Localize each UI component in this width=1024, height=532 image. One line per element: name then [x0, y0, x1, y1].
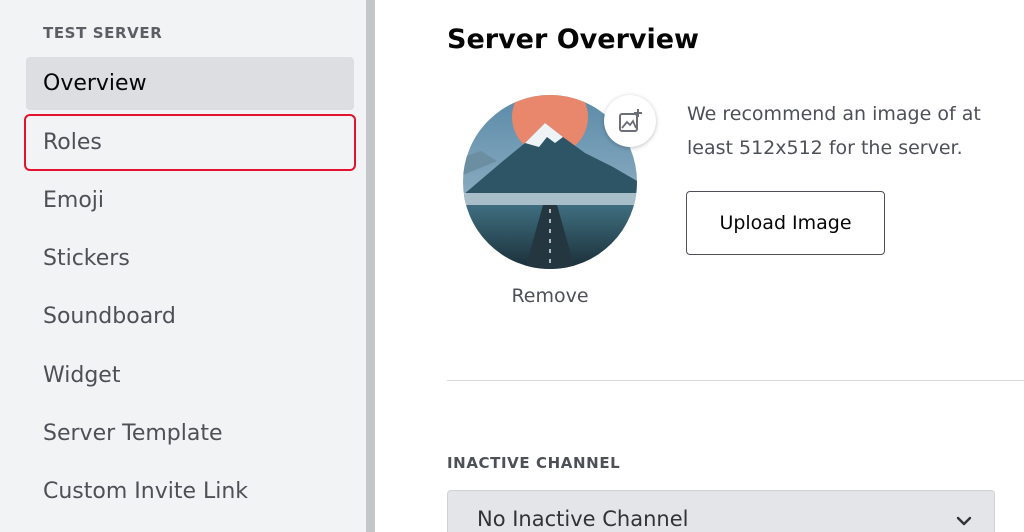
sidebar-scrollbar[interactable] [366, 0, 375, 532]
chevron-down-icon [956, 516, 972, 526]
upload-image-button[interactable]: Upload Image [686, 191, 885, 255]
sidebar-item-widget[interactable]: Widget [26, 349, 354, 402]
sidebar-item-custom-invite-link[interactable]: Custom Invite Link [26, 465, 354, 518]
sidebar-header: TEST SERVER [43, 24, 163, 42]
server-settings-window: TEST SERVER Overview Roles Emoji Sticker… [0, 0, 1024, 532]
sidebar-item-roles[interactable]: Roles [24, 114, 356, 171]
sidebar-item-stickers[interactable]: Stickers [26, 232, 354, 285]
page-title: Server Overview [447, 24, 699, 55]
sidebar-item-overview[interactable]: Overview [26, 57, 354, 110]
section-divider [447, 380, 1024, 381]
add-image-icon[interactable] [604, 95, 656, 147]
inactive-channel-select[interactable]: No Inactive Channel [447, 490, 995, 532]
main-content: Server Overview Remove We recommend an i… [375, 0, 1024, 532]
inactive-channel-value: No Inactive Channel [477, 507, 689, 531]
sidebar-item-server-template[interactable]: Server Template [26, 407, 354, 460]
settings-sidebar: TEST SERVER Overview Roles Emoji Sticker… [0, 0, 366, 532]
inactive-channel-label: INACTIVE CHANNEL [447, 454, 621, 472]
add-image-glyph [619, 109, 642, 132]
remove-avatar-link[interactable]: Remove [463, 285, 637, 307]
image-recommendation-text: We recommend an image of at least 512x51… [687, 103, 981, 159]
sidebar-item-soundboard[interactable]: Soundboard [26, 290, 354, 343]
sidebar-item-emoji[interactable]: Emoji [26, 174, 354, 227]
